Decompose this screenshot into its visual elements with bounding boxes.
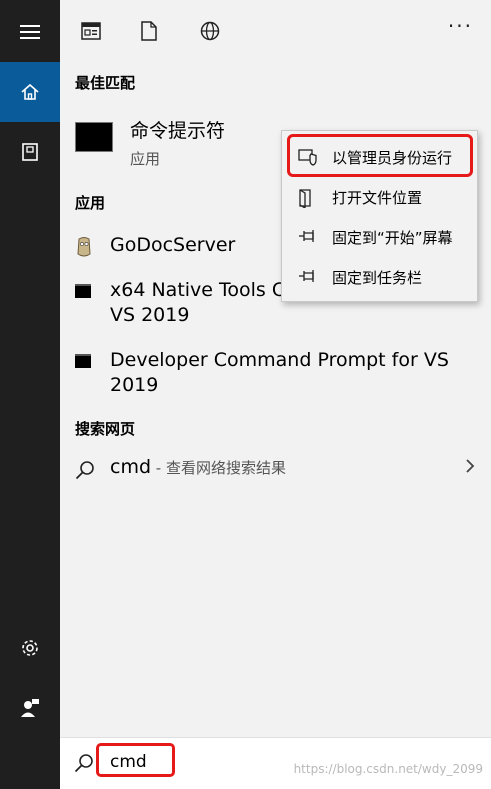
- web-query-hint: - 查看网络搜索结果: [151, 459, 286, 477]
- menu-item-label: 固定到“开始”屏幕: [332, 229, 453, 247]
- gear-icon: [22, 640, 38, 656]
- apps-filter-button[interactable]: [76, 16, 106, 46]
- best-match-subtitle: 应用: [130, 150, 161, 168]
- gopher-icon: [77, 237, 91, 257]
- web-filter-button[interactable]: [195, 16, 225, 46]
- pin-icon: [299, 230, 314, 242]
- menu-item-pin-to-taskbar[interactable]: 固定到任务栏: [282, 258, 477, 296]
- app-label-line1: x64 Native Tools Co: [110, 279, 297, 301]
- pin-icon: [299, 270, 314, 282]
- folder-open-icon: [299, 189, 311, 208]
- console-icon: [75, 284, 91, 298]
- app-label-line1: Developer Command Prompt for VS: [110, 349, 449, 371]
- menu-item-pin-to-start[interactable]: 固定到“开始”屏幕: [282, 218, 477, 256]
- settings-button[interactable]: [0, 618, 60, 678]
- web-search-heading: 搜索网页: [75, 420, 136, 438]
- command-prompt-icon: [75, 122, 113, 152]
- account-button[interactable]: [0, 678, 60, 738]
- menu-item-label: 固定到任务栏: [332, 269, 423, 287]
- web-search-result[interactable]: cmd - 查看网络搜索结果: [75, 456, 475, 486]
- hamburger-menu-button[interactable]: [0, 2, 60, 62]
- run-as-admin-highlight: [287, 134, 473, 177]
- watermark-text: https://blog.csdn.net/wdy_2099: [293, 762, 483, 776]
- search-icon: [75, 461, 94, 480]
- home-icon: [21, 83, 39, 100]
- app-label-line2: 2019: [110, 374, 159, 396]
- document-icon: [141, 21, 157, 41]
- app-label: GoDocServer: [110, 234, 236, 256]
- search-icon: [74, 754, 93, 773]
- documents-button[interactable]: [0, 122, 60, 182]
- app-item-developer-command-prompt[interactable]: Developer Command Prompt for VS 2019: [75, 348, 455, 398]
- search-input-highlight: [96, 743, 175, 777]
- hamburger-icon: [20, 25, 40, 39]
- menu-item-label: 打开文件位置: [332, 189, 423, 207]
- notebook-icon: [22, 143, 38, 161]
- app-window-icon: [81, 22, 101, 40]
- more-options-button[interactable]: ···: [448, 14, 473, 38]
- web-search-query: cmd - 查看网络搜索结果: [110, 456, 286, 478]
- app-label-line2: VS 2019: [110, 304, 190, 326]
- best-match-title: 命令提示符: [130, 120, 226, 142]
- app-item-godocserver[interactable]: GoDocServer: [75, 233, 275, 259]
- search-results-panel: ··· 最佳匹配 命令提示符 应用 应用 GoDocServer x64 Nat…: [60, 0, 491, 789]
- best-match-item[interactable]: 命令提示符 应用: [75, 112, 275, 172]
- apps-heading: 应用: [75, 194, 106, 212]
- menu-item-open-file-location[interactable]: 打开文件位置: [282, 178, 477, 216]
- app-item-x64-native-tools[interactable]: x64 Native Tools Co VS 2019: [75, 278, 297, 328]
- chevron-right-icon[interactable]: [465, 458, 475, 474]
- left-rail: [0, 0, 60, 789]
- globe-icon: [200, 21, 220, 41]
- best-match-heading: 最佳匹配: [75, 74, 136, 92]
- filter-toolbar: ···: [60, 0, 491, 62]
- documents-filter-button[interactable]: [134, 16, 164, 46]
- web-query-text: cmd: [110, 456, 152, 478]
- console-icon: [75, 354, 91, 368]
- home-button[interactable]: [0, 62, 60, 122]
- user-feedback-icon: [21, 699, 39, 717]
